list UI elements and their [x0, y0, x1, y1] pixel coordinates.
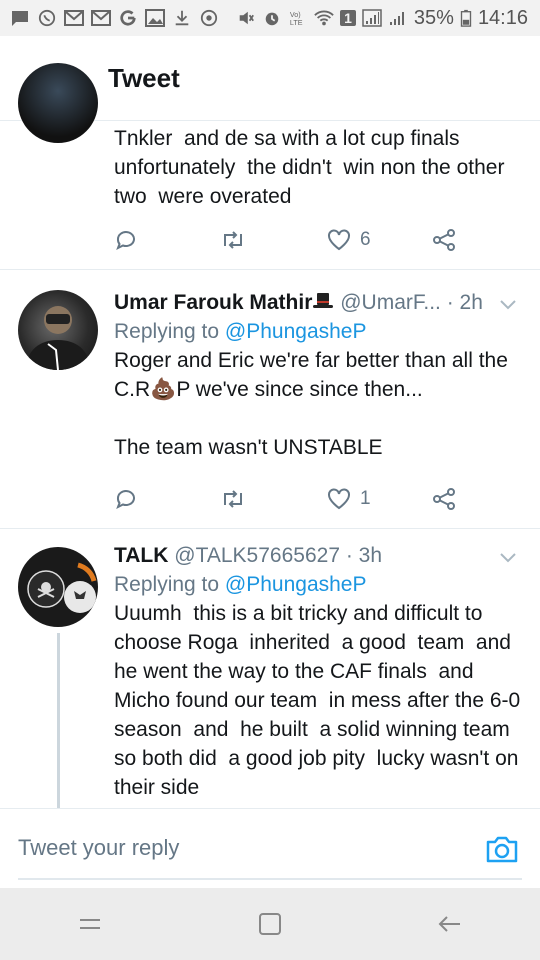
- reply-input-underline: [18, 878, 522, 880]
- status-bar: Vo) LTE 1 35% 14:16: [0, 0, 540, 36]
- google-icon: [120, 10, 136, 26]
- whatsapp-icon: [38, 9, 56, 27]
- back-nav-button[interactable]: [430, 904, 470, 944]
- like-count: 6: [360, 229, 371, 250]
- share-icon: [433, 229, 455, 251]
- tweet[interactable]: TALK @TALK57665627 · 3h Replying to @Phu…: [0, 529, 540, 808]
- tweet-actions: 6: [114, 223, 474, 257]
- sim-badge: 1: [340, 10, 356, 26]
- like-button[interactable]: 6: [326, 228, 432, 252]
- reply-input[interactable]: Tweet your reply: [18, 835, 179, 861]
- clock: 14:16: [477, 6, 528, 29]
- top-hat-emoji: [312, 290, 334, 310]
- avatar-image: [27, 562, 97, 613]
- replying-to: Replying to @PhungasheP: [114, 317, 522, 346]
- home-button[interactable]: [250, 904, 290, 944]
- tweet[interactable]: Tnkler and de sa with a lot cup finals u…: [0, 63, 540, 270]
- timestamp: · 3h: [345, 544, 383, 567]
- sync-icon: [200, 9, 218, 27]
- avatar[interactable]: [18, 547, 98, 627]
- replying-to-link[interactable]: @PhungasheP: [225, 320, 367, 343]
- signal-icon: [389, 12, 404, 25]
- share-button[interactable]: [432, 487, 456, 511]
- tweet[interactable]: Umar Farouk Mathir @UmarF... · 2h Replyi…: [0, 270, 540, 529]
- replying-to-label: Replying to: [114, 573, 225, 596]
- recent-apps-icon: [80, 919, 100, 929]
- reply-icon: [116, 490, 135, 510]
- message-icon: [12, 11, 28, 26]
- alarm-icon: [265, 12, 279, 26]
- system-nav-bar: [0, 888, 540, 960]
- thread-line: [57, 633, 60, 808]
- timestamp: · 2h: [446, 291, 483, 314]
- back-nav-icon: [438, 916, 460, 932]
- avatar-image: [26, 306, 90, 370]
- gmail-icon: [64, 10, 84, 26]
- replying-to-label: Replying to: [114, 320, 225, 343]
- share-button[interactable]: [432, 228, 456, 252]
- battery-icon: [460, 9, 472, 27]
- retweet-button[interactable]: [220, 228, 326, 252]
- retweet-icon: [224, 490, 242, 508]
- page-title: Tweet: [108, 62, 180, 93]
- reply-button[interactable]: [114, 228, 220, 252]
- tweet-text: Tnkler and de sa with a lot cup finals u…: [114, 127, 511, 208]
- tweet-actions: 1: [114, 482, 474, 516]
- tweet-header: Umar Farouk Mathir @UmarF... · 2h: [114, 288, 522, 317]
- user-handle[interactable]: @TALK57665627: [174, 544, 340, 567]
- reply-composer: Tweet your reply: [0, 808, 540, 889]
- retweet-button[interactable]: [220, 487, 326, 511]
- tweet-text: Uuumh this is a bit tricky and difficult…: [114, 602, 527, 799]
- heart-icon: [328, 488, 350, 510]
- reply-button[interactable]: [114, 487, 220, 511]
- home-icon: [259, 913, 281, 935]
- volte-icon: Vo)LTE: [290, 10, 303, 27]
- notification-icons: [0, 9, 219, 27]
- mute-icon: [239, 11, 255, 25]
- retweet-icon: [224, 231, 242, 249]
- like-button[interactable]: 1: [326, 487, 432, 511]
- image-icon: [145, 9, 165, 27]
- download-icon: [175, 10, 189, 26]
- share-icon: [433, 488, 455, 510]
- reply-icon: [116, 231, 135, 251]
- display-name[interactable]: Umar Farouk Mathir: [114, 291, 312, 314]
- camera-icon[interactable]: [484, 831, 520, 867]
- battery-percent: 35%: [413, 6, 454, 29]
- replying-to-link[interactable]: @PhungasheP: [225, 573, 367, 596]
- display-name[interactable]: TALK: [114, 544, 168, 567]
- gmail-icon: [91, 10, 111, 26]
- recent-apps-button[interactable]: [70, 904, 110, 944]
- tweet-header: TALK @TALK57665627 · 3h: [114, 541, 522, 570]
- avatar[interactable]: [18, 290, 98, 370]
- like-count: 1: [360, 488, 371, 509]
- user-handle[interactable]: @UmarF...: [340, 291, 441, 314]
- system-icons: Vo) LTE 1 35% 14:16: [236, 7, 540, 30]
- wifi-icon: [314, 10, 334, 26]
- svg-text:LTE: LTE: [290, 18, 303, 27]
- signal-icon: [362, 9, 382, 27]
- replying-to: Replying to @PhungasheP: [114, 570, 522, 599]
- heart-icon: [328, 229, 350, 251]
- tweet-text: Roger and Eric we're far better than all…: [114, 349, 508, 459]
- avatar[interactable]: [18, 63, 98, 143]
